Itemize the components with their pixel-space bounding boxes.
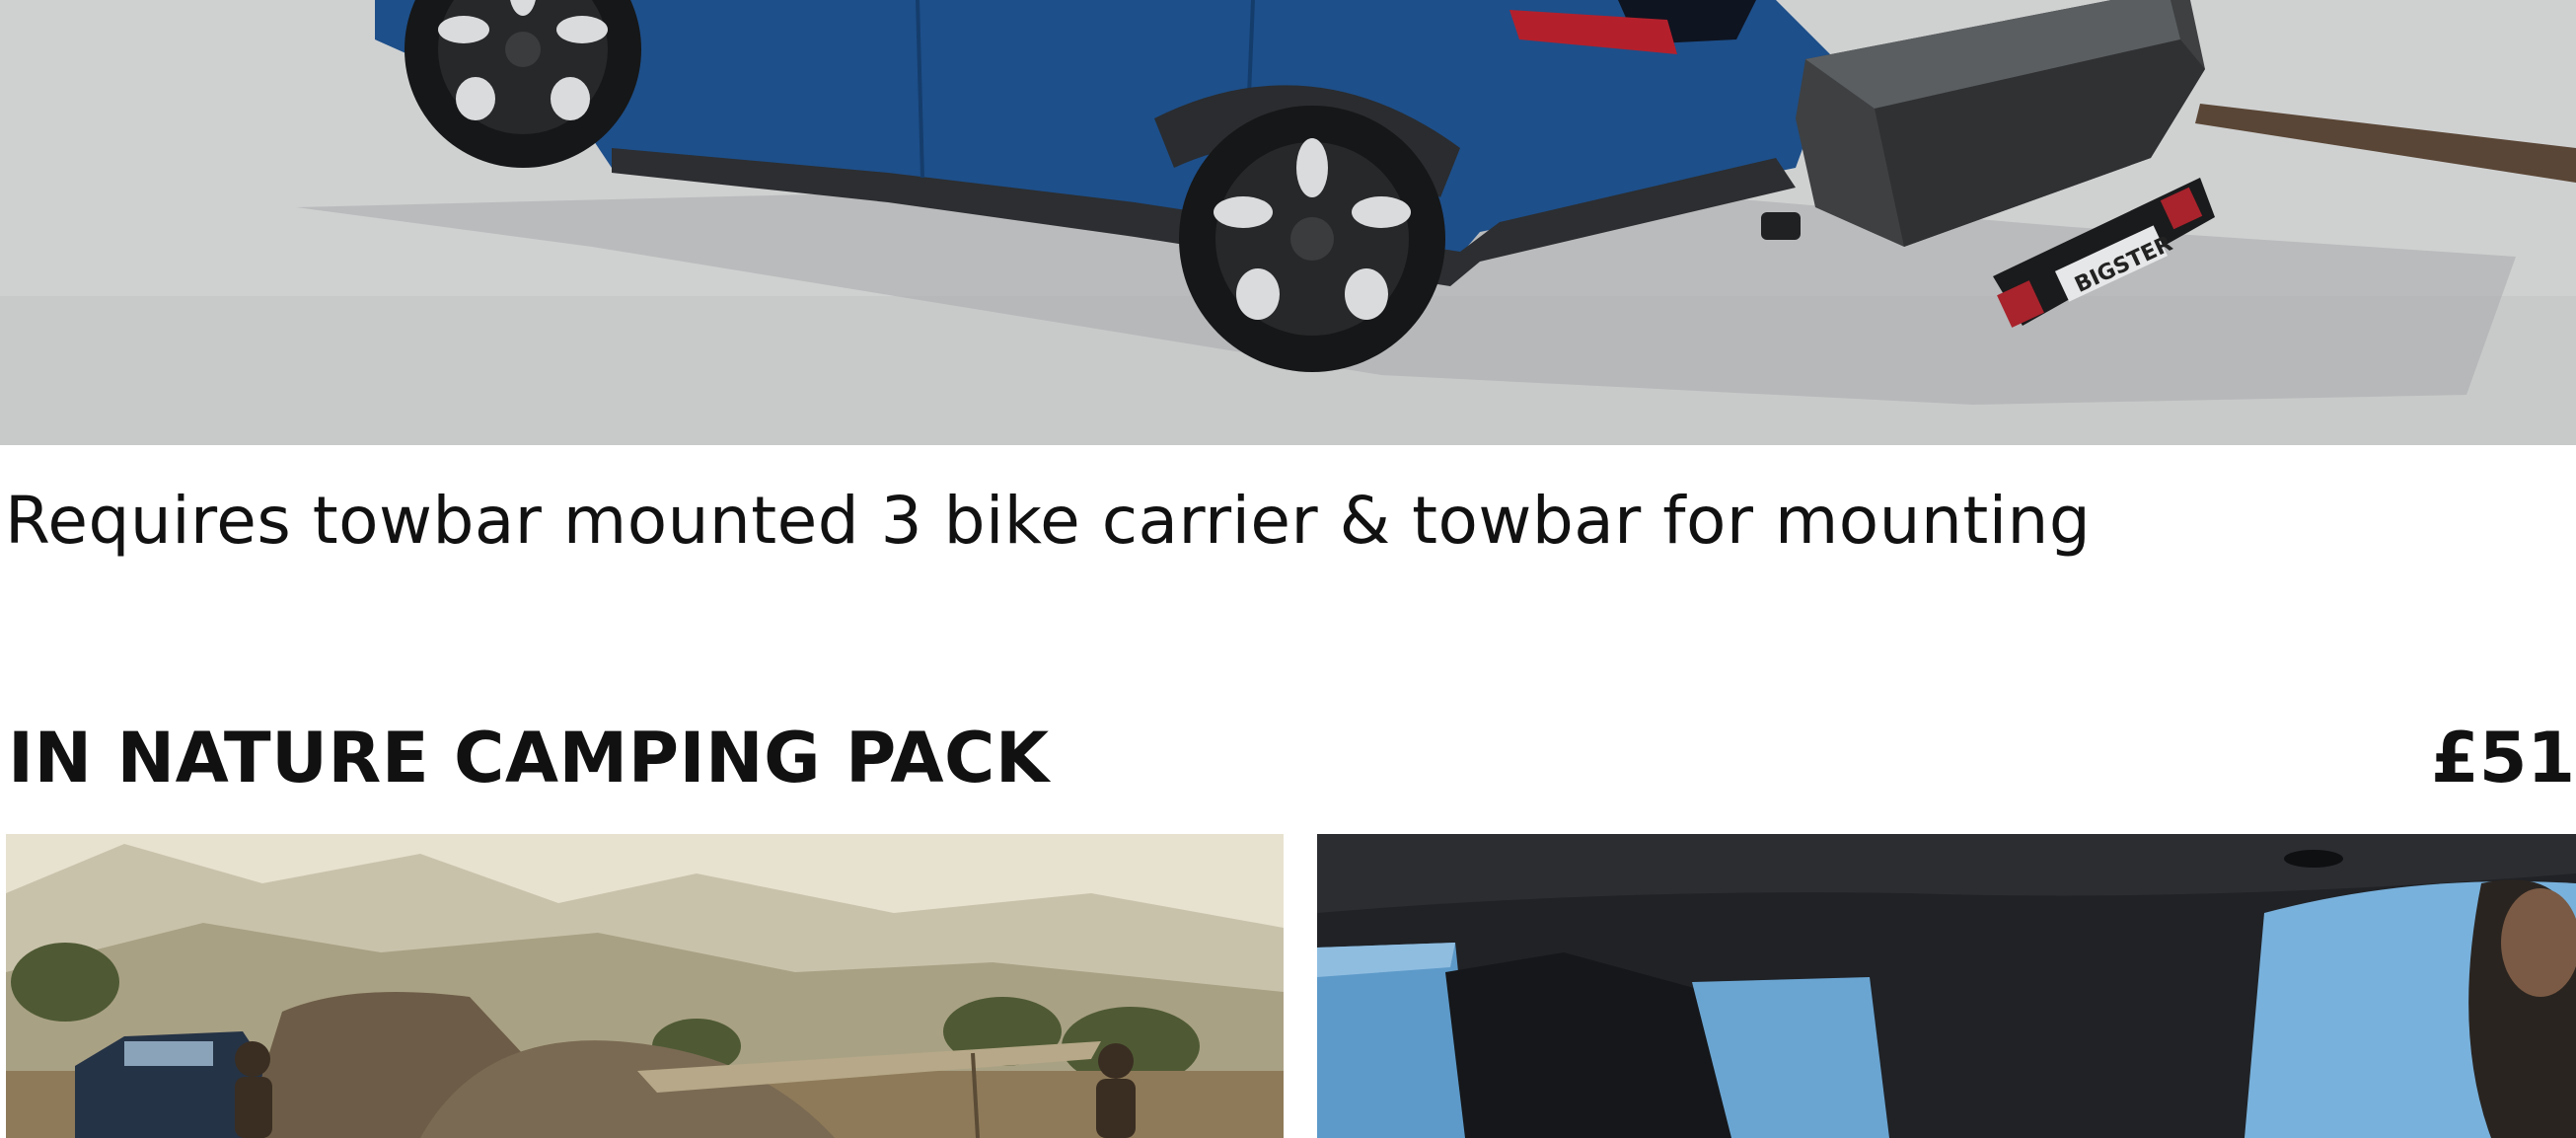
accessory-caption: Requires towbar mounted 3 bike carrier &…: [5, 483, 2092, 559]
accessory-page: BIGSTER Requires towbar mounted 3 bike c…: [0, 0, 2576, 1138]
pack-title: IN NATURE CAMPING PACK: [8, 718, 1050, 798]
interior-illustration: [1317, 834, 2576, 1138]
camping-scene-image[interactable]: [6, 834, 1284, 1138]
camping-illustration: [6, 834, 1284, 1138]
car-interior-image[interactable]: [1317, 834, 2576, 1138]
towbar-box-hero-image: BIGSTER: [0, 0, 2576, 445]
pack-price: £514: [2431, 718, 2576, 798]
car-illustration: BIGSTER: [0, 0, 2576, 445]
